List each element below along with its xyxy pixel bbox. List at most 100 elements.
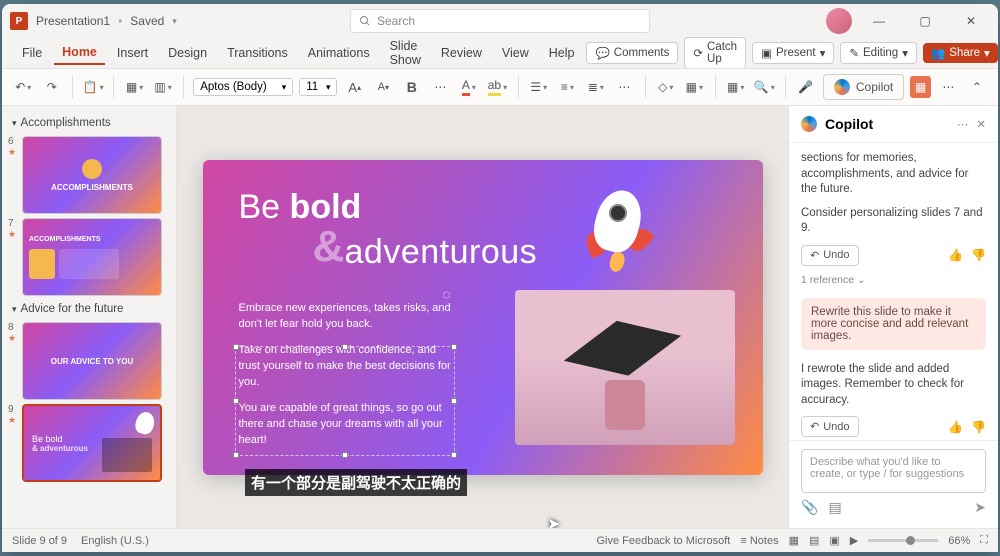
copilot-user-message: Rewrite this slide to make it more conci… [801, 298, 986, 350]
copilot-panel: Copilot ⋯ ✕ sections for memories, accom… [788, 106, 998, 528]
zoom-level[interactable]: 66% [948, 535, 970, 547]
font-size-select[interactable]: 11▾ [299, 78, 337, 96]
slide-counter[interactable]: Slide 9 of 9 [12, 535, 67, 547]
save-state[interactable]: Saved [130, 14, 164, 28]
doc-name[interactable]: Presentation1 [36, 14, 110, 28]
copilot-more-icon[interactable]: ⋯ [957, 117, 969, 131]
tab-animations[interactable]: Animations [300, 42, 378, 64]
share-button[interactable]: 👥 Share ▾ [923, 43, 998, 63]
slide-thumbnail-8[interactable]: OUR ADVICE TO YOU [22, 322, 162, 400]
more-para-button[interactable]: ⋯ [613, 74, 636, 100]
copilot-response: I rewrote the slide and added images. Re… [801, 362, 986, 409]
copilot-undo-button[interactable]: ↶ Undo [801, 245, 859, 266]
current-slide[interactable]: Be bold & adventurous ◌ Embrace new expe… [203, 160, 763, 475]
comments-button[interactable]: 💬 Comments [586, 42, 678, 64]
close-button[interactable]: ✕ [952, 7, 990, 35]
undo-button[interactable]: ↶ [12, 74, 35, 100]
slide-canvas-area[interactable]: Be bold & adventurous ◌ Embrace new expe… [177, 106, 788, 528]
tab-view[interactable]: View [494, 42, 537, 64]
collapse-ribbon-button[interactable]: ⌃ [966, 74, 989, 100]
reading-view-icon[interactable]: ▣ [829, 534, 839, 547]
redo-button[interactable]: ↷ [41, 74, 64, 100]
font-color-button[interactable]: A [458, 74, 481, 100]
attach-icon[interactable]: 📎 [801, 499, 818, 516]
copilot-response: Consider personalizing slides 7 and 9. [801, 206, 986, 237]
rocket-image[interactable] [583, 190, 653, 280]
addin-button[interactable]: ▦ [910, 76, 931, 98]
tab-review[interactable]: Review [433, 42, 490, 64]
feedback-link[interactable]: Give Feedback to Microsoft [596, 535, 730, 547]
app-window: P Presentation1 • Saved ▾ Search ― ▢ ✕ F… [2, 4, 998, 552]
language-indicator[interactable]: English (U.S.) [81, 535, 149, 547]
arrange-button[interactable]: ▦ [683, 74, 706, 100]
catchup-button[interactable]: ⟳ Catch Up [684, 37, 746, 69]
copilot-undo-button[interactable]: ↶ Undo [801, 416, 859, 437]
slide-subtitle[interactable]: adventurous [345, 233, 538, 272]
copilot-prompt-input[interactable]: Describe what you'd like to create, or t… [801, 449, 986, 493]
tab-insert[interactable]: Insert [109, 42, 156, 64]
thumbs-down-icon[interactable]: 👎 [971, 420, 986, 434]
section-header[interactable]: Advice for the future [8, 300, 170, 318]
animation-icon: ★ [8, 415, 18, 426]
section-header[interactable]: Accomplishments [8, 114, 170, 132]
bullets-button[interactable]: ☰ [528, 74, 551, 100]
loading-spinner-icon: ◌ [443, 286, 451, 302]
video-subtitle-overlay: 有一个部分是副驾驶不太正确的 [245, 469, 467, 496]
slide-thumbnail-9[interactable]: Be bold & adventurous [22, 404, 162, 482]
search-box[interactable]: Search [350, 9, 650, 33]
numbering-button[interactable]: ≡ [556, 74, 579, 100]
search-icon [359, 15, 371, 27]
slideshow-view-icon[interactable]: ▶ [850, 534, 858, 547]
copilot-icon [801, 116, 817, 132]
copilot-response: sections for memories, accomplishments, … [801, 151, 986, 198]
tab-home[interactable]: Home [54, 41, 105, 65]
minimize-button[interactable]: ― [860, 7, 898, 35]
slide-thumbnail-7[interactable]: ACCOMPLISHMENTS [22, 218, 162, 296]
font-family-select[interactable]: Aptos (Body)▾ [193, 78, 293, 96]
find-button[interactable]: 🔍 [753, 74, 776, 100]
fit-to-window-icon[interactable]: ⛶ [980, 534, 988, 547]
designer-button[interactable]: ▦ [724, 74, 747, 100]
prompt-library-icon[interactable]: ▤ [828, 499, 841, 516]
maximize-button[interactable]: ▢ [906, 7, 944, 35]
animation-icon: ★ [8, 229, 18, 240]
notes-button[interactable]: ≡ Notes [740, 535, 778, 547]
dictate-button[interactable]: 🎤 [794, 74, 817, 100]
main-area: Accomplishments 6★ ACCOMPLISHMENTS 7★ AC… [2, 106, 998, 528]
tab-slideshow[interactable]: Slide Show [382, 35, 429, 71]
graduation-photo[interactable] [515, 290, 735, 445]
copilot-reference-link[interactable]: 1 reference ⌄ [801, 274, 986, 286]
slide-thumbnail-6[interactable]: ACCOMPLISHMENTS [22, 136, 162, 214]
increase-font-icon[interactable]: A▴ [343, 74, 366, 100]
bold-button[interactable]: B [401, 74, 424, 100]
thumbs-down-icon[interactable]: 👎 [971, 248, 986, 262]
tab-design[interactable]: Design [160, 42, 215, 64]
animation-icon: ★ [8, 333, 18, 344]
sorter-view-icon[interactable]: ▤ [809, 534, 819, 547]
text-selection-box[interactable] [235, 346, 455, 456]
tab-help[interactable]: Help [541, 42, 583, 64]
align-button[interactable]: ≣ [585, 74, 608, 100]
shapes-button[interactable]: ◇ [655, 74, 678, 100]
tab-transitions[interactable]: Transitions [219, 42, 296, 64]
user-avatar[interactable] [826, 8, 852, 34]
decrease-font-icon[interactable]: A▾ [372, 74, 395, 100]
more-font-button[interactable]: ⋯ [429, 74, 452, 100]
slide-title[interactable]: Be bold [239, 190, 727, 226]
highlight-button[interactable]: ab [486, 74, 509, 100]
present-button[interactable]: ▣ Present ▾ [752, 42, 834, 64]
more-commands-button[interactable]: ⋯ [937, 74, 960, 100]
send-icon[interactable]: ➤ [974, 499, 986, 516]
thumbs-up-icon[interactable]: 👍 [948, 420, 963, 434]
tab-file[interactable]: File [14, 42, 50, 64]
editing-button[interactable]: ✎ Editing ▾ [840, 42, 917, 64]
slide-thumbnail-panel: Accomplishments 6★ ACCOMPLISHMENTS 7★ AC… [2, 106, 177, 528]
zoom-slider[interactable] [868, 539, 938, 542]
copilot-button[interactable]: Copilot [823, 74, 904, 100]
paste-button[interactable]: 📋 [82, 74, 105, 100]
thumbs-up-icon[interactable]: 👍 [948, 248, 963, 262]
layout-button[interactable]: ▥ [152, 74, 175, 100]
new-slide-button[interactable]: ▦ [123, 74, 146, 100]
copilot-close-icon[interactable]: ✕ [976, 117, 986, 131]
normal-view-icon[interactable]: ▦ [789, 534, 799, 547]
